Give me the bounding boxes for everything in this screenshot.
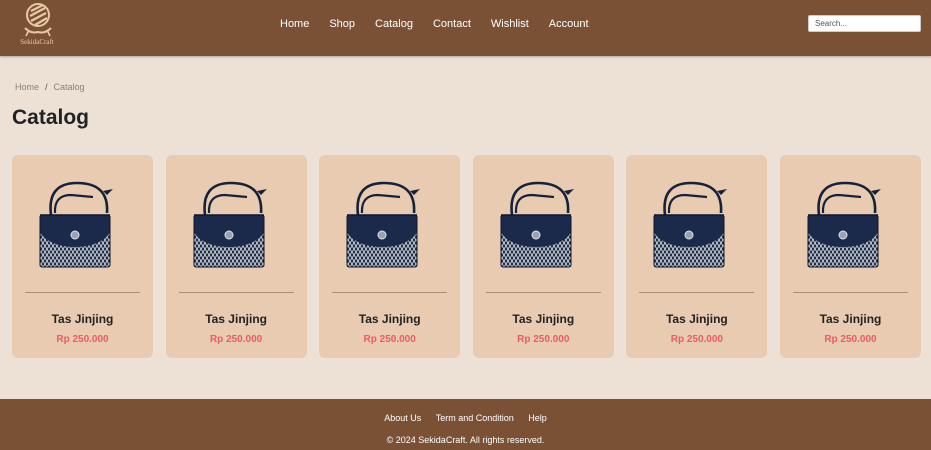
nav-catalog[interactable]: Catalog [375,17,413,31]
product-card[interactable]: Tas Jinjing Rp 250.000 [472,155,614,358]
footer-link-about[interactable]: About Us [384,413,421,423]
nav-account[interactable]: Account [549,17,589,31]
copyright-text: © 2024 SekidaCraft. All rights reserved. [386,435,545,445]
handbag-image [653,181,729,269]
product-name: Tas Jinjing [512,312,575,326]
site-footer: About Us Term and Condition Help © 2024 … [0,399,931,450]
card-divider [639,292,755,293]
nav-shop[interactable]: Shop [329,17,355,31]
page-title: Catalog [12,106,90,129]
product-name: Tas Jinjing [358,312,421,326]
product-card[interactable]: Tas Jinjing Rp 250.000 [12,155,153,358]
card-divider [792,292,908,293]
product-card[interactable]: Tas Jinjing Rp 250.000 [319,155,461,358]
nav-contact[interactable]: Contact [433,17,471,31]
main-nav: Home Shop Catalog Contact Wishlist Accou… [280,17,589,31]
card-divider [485,292,601,293]
product-name: Tas Jinjing [819,312,882,326]
product-name: Tas Jinjing [665,312,728,326]
footer-link-help[interactable]: Help [528,413,547,423]
product-card[interactable]: Tas Jinjing Rp 250.000 [779,155,921,358]
product-price: Rp 250.000 [670,334,723,345]
product-card[interactable]: Tas Jinjing Rp 250.000 [626,155,768,358]
breadcrumb-current: Catalog [53,82,85,92]
product-price: Rp 250.000 [56,334,109,345]
logo-text: SekidaCraft [20,38,54,46]
search-input[interactable] [808,15,921,32]
card-divider [178,292,294,293]
handbag-image [499,181,576,269]
product-price: Rp 250.000 [363,334,416,345]
handbag-image [192,181,268,269]
breadcrumb: Home / Catalog [15,82,85,92]
product-price: Rp 250.000 [209,334,263,345]
breadcrumb-home[interactable]: Home [15,82,39,92]
product-price: Rp 250.000 [517,334,570,345]
logo-icon [24,3,52,37]
handbag-image [345,181,422,269]
product-name: Tas Jinjing [51,312,114,326]
breadcrumb-separator: / [45,82,48,92]
product-card[interactable]: Tas Jinjing Rp 250.000 [165,155,307,358]
product-name: Tas Jinjing [205,312,267,326]
footer-links: About Us Term and Condition Help [0,413,931,423]
nav-wishlist[interactable]: Wishlist [491,17,529,31]
site-header: SekidaCraft Home Shop Catalog Contact Wi… [0,0,931,56]
card-divider [332,292,448,293]
footer-link-terms[interactable]: Term and Condition [436,413,514,423]
brand-logo[interactable]: SekidaCraft [15,2,59,52]
product-grid: Tas Jinjing Rp 250.000 Tas Jinjing Rp 25… [12,155,921,358]
nav-home[interactable]: Home [280,17,309,31]
card-divider [25,292,140,293]
product-price: Rp 250.000 [824,334,877,345]
handbag-image [806,181,883,269]
handbag-image [38,181,115,269]
